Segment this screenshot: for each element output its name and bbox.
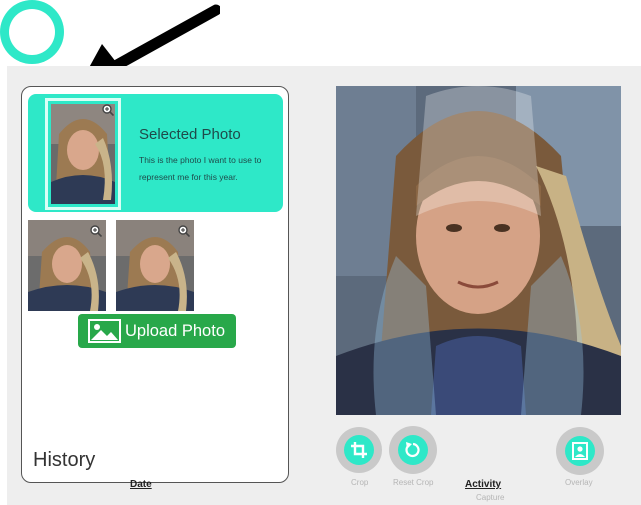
history-photo-thumbnail[interactable] (28, 220, 106, 311)
overlay-label: Overlay (565, 478, 593, 487)
crop-button[interactable] (336, 427, 382, 473)
selected-photo-card[interactable]: Selected Photo This is the photo I want … (28, 94, 283, 212)
crop-icon (351, 442, 367, 458)
activity-column-header[interactable]: Activity (465, 479, 501, 490)
capture-button[interactable] (0, 0, 64, 64)
camera-preview (336, 86, 621, 415)
image-icon (88, 319, 121, 343)
date-column-header[interactable]: Date (130, 479, 152, 490)
selected-photo-title: Selected Photo (139, 126, 241, 143)
portrait-icon (572, 442, 588, 460)
reset-icon (405, 442, 420, 458)
capture-label: Capture (476, 493, 505, 502)
zoom-in-icon[interactable] (90, 225, 102, 237)
upload-photo-button[interactable]: Upload Photo (78, 314, 236, 348)
selected-photo-thumbnail[interactable] (51, 104, 115, 204)
capture-button-inner (9, 9, 55, 55)
zoom-in-icon[interactable] (102, 104, 114, 116)
screenshot: Selected Photo This is the photo I want … (0, 0, 641, 505)
upload-photo-label: Upload Photo (125, 321, 225, 340)
history-heading: History (33, 449, 96, 471)
reset-crop-label: Reset Crop (393, 478, 434, 487)
zoom-in-icon[interactable] (178, 225, 190, 237)
selected-photo-description: This is the photo I want to use to repre… (139, 155, 262, 182)
reset-crop-button[interactable] (389, 426, 437, 474)
selected-photo-frame (45, 98, 121, 210)
crop-label: Crop (351, 478, 369, 487)
history-panel: Selected Photo This is the photo I want … (21, 86, 289, 483)
history-photo-thumbnail[interactable] (116, 220, 194, 311)
overlay-button[interactable] (556, 427, 604, 475)
